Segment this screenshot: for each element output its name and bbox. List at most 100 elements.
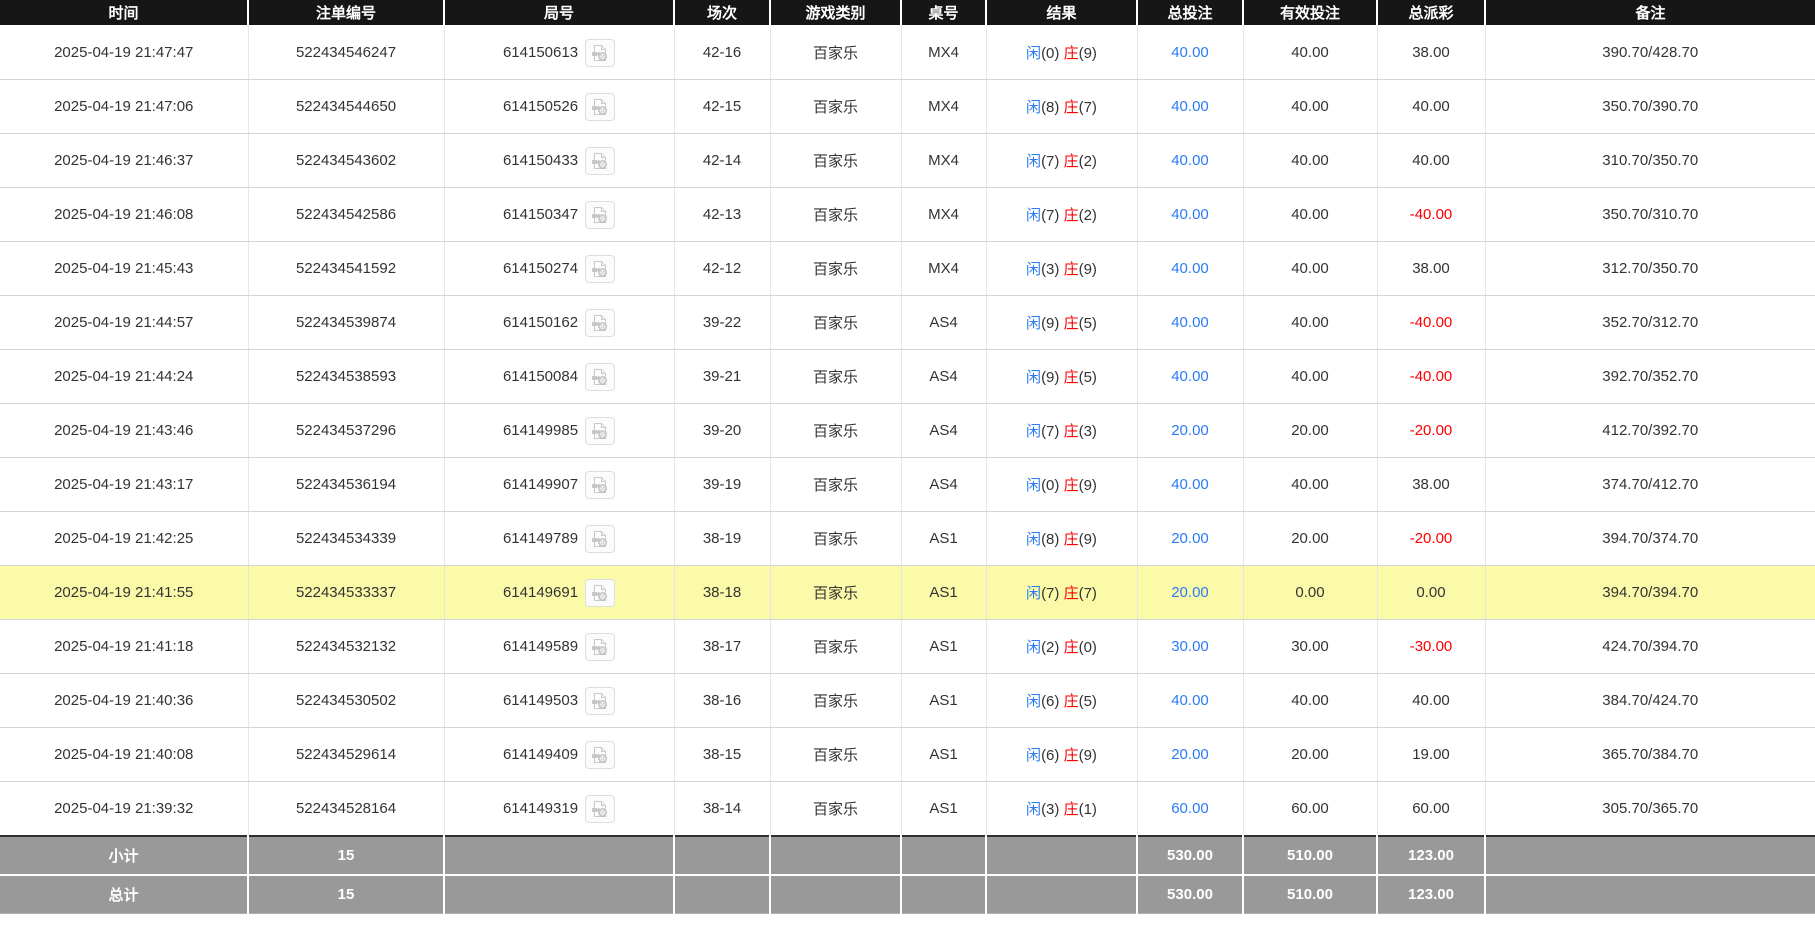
total-bet-link[interactable]: 40.00 — [1171, 314, 1209, 331]
cell-session: 42-12 — [674, 242, 770, 296]
result-player-points: (3) — [1041, 261, 1059, 278]
column-header-session: 场次 — [674, 0, 770, 26]
total-bet-link[interactable]: 40.00 — [1171, 260, 1209, 277]
round-no-text: 614150274 — [503, 260, 578, 277]
cell-total-bet: 40.00 — [1137, 674, 1243, 728]
subtotal-payout: 123.00 — [1377, 836, 1485, 875]
total-bet-link[interactable]: 20.00 — [1171, 746, 1209, 763]
total-bet-link[interactable]: 40.00 — [1171, 206, 1209, 223]
result-banker-label: 庄 — [1064, 639, 1079, 656]
table-row[interactable]: 2025-04-19 21:45:43 522434541592 6141502… — [0, 242, 1815, 296]
result-banker-points: (9) — [1079, 261, 1097, 278]
total-bet-link[interactable]: 20.00 — [1171, 422, 1209, 439]
total-bet-link[interactable]: 60.00 — [1171, 800, 1209, 817]
table-row[interactable]: 2025-04-19 21:41:18 522434532132 6141495… — [0, 620, 1815, 674]
cell-payout: 40.00 — [1377, 80, 1485, 134]
cell-result: 闲(9) 庄(5) — [986, 296, 1137, 350]
column-header-bet-no: 注单编号 — [248, 0, 444, 26]
table-row[interactable]: 2025-04-19 21:46:37 522434543602 6141504… — [0, 134, 1815, 188]
video-replay-button[interactable] — [585, 795, 615, 823]
video-replay-button[interactable] — [585, 525, 615, 553]
video-replay-button[interactable] — [585, 201, 615, 229]
video-file-icon — [591, 746, 609, 764]
round-no-text: 614150084 — [503, 368, 578, 385]
total-bet-link[interactable]: 20.00 — [1171, 530, 1209, 547]
video-replay-button[interactable] — [585, 147, 615, 175]
cell-table-no: AS1 — [901, 512, 986, 566]
cell-session: 39-19 — [674, 458, 770, 512]
table-row[interactable]: 2025-04-19 21:47:47 522434546247 6141506… — [0, 26, 1815, 80]
round-no-text: 614150613 — [503, 44, 578, 61]
video-replay-button[interactable] — [585, 687, 615, 715]
cell-valid-bet: 0.00 — [1243, 566, 1377, 620]
video-replay-button[interactable] — [585, 93, 615, 121]
result-banker-points: (7) — [1079, 99, 1097, 116]
video-replay-button[interactable] — [585, 471, 615, 499]
result-player-points: (8) — [1041, 99, 1059, 116]
cell-time: 2025-04-19 21:40:08 — [0, 728, 248, 782]
table-row[interactable]: 2025-04-19 21:41:55 522434533337 6141496… — [0, 566, 1815, 620]
cell-result: 闲(7) 庄(3) — [986, 404, 1137, 458]
result-player-points: (7) — [1041, 585, 1059, 602]
subtotal-empty-round — [444, 836, 674, 875]
cell-payout: 40.00 — [1377, 674, 1485, 728]
round-no-text: 614149409 — [503, 746, 578, 763]
table-row[interactable]: 2025-04-19 21:44:57 522434539874 6141501… — [0, 296, 1815, 350]
total-bet-link[interactable]: 30.00 — [1171, 638, 1209, 655]
total-bet-link[interactable]: 40.00 — [1171, 368, 1209, 385]
cell-time: 2025-04-19 21:40:36 — [0, 674, 248, 728]
result-player-points: (6) — [1041, 693, 1059, 710]
cell-valid-bet: 20.00 — [1243, 728, 1377, 782]
cell-table-no: AS1 — [901, 728, 986, 782]
table-row[interactable]: 2025-04-19 21:40:08 522434529614 6141494… — [0, 728, 1815, 782]
result-player-points: (7) — [1041, 207, 1059, 224]
video-replay-button[interactable] — [585, 579, 615, 607]
video-replay-button[interactable] — [585, 417, 615, 445]
video-replay-button[interactable] — [585, 633, 615, 661]
cell-time: 2025-04-19 21:44:57 — [0, 296, 248, 350]
total-bet-link[interactable]: 40.00 — [1171, 476, 1209, 493]
video-replay-button[interactable] — [585, 363, 615, 391]
table-row[interactable]: 2025-04-19 21:46:08 522434542586 6141503… — [0, 188, 1815, 242]
cell-valid-bet: 60.00 — [1243, 782, 1377, 837]
cell-result: 闲(7) 庄(2) — [986, 134, 1137, 188]
subtotal-empty-result — [986, 836, 1137, 875]
video-file-icon — [591, 692, 609, 710]
result-banker-label: 庄 — [1064, 423, 1079, 440]
table-row[interactable]: 2025-04-19 21:43:17 522434536194 6141499… — [0, 458, 1815, 512]
table-row[interactable]: 2025-04-19 21:47:06 522434544650 6141505… — [0, 80, 1815, 134]
table-row[interactable]: 2025-04-19 21:43:46 522434537296 6141499… — [0, 404, 1815, 458]
grand-total-empty-session — [674, 875, 770, 914]
video-replay-button[interactable] — [585, 309, 615, 337]
total-bet-link[interactable]: 40.00 — [1171, 152, 1209, 169]
grand-total-row: 总计 15 530.00 510.00 123.00 — [0, 875, 1815, 914]
table-row[interactable]: 2025-04-19 21:44:24 522434538593 6141500… — [0, 350, 1815, 404]
total-bet-link[interactable]: 20.00 — [1171, 584, 1209, 601]
video-replay-button[interactable] — [585, 39, 615, 67]
video-file-icon — [591, 44, 609, 62]
cell-payout: 60.00 — [1377, 782, 1485, 837]
cell-game-type: 百家乐 — [770, 80, 901, 134]
table-row[interactable]: 2025-04-19 21:42:25 522434534339 6141497… — [0, 512, 1815, 566]
cell-table-no: AS1 — [901, 566, 986, 620]
video-file-icon — [591, 314, 609, 332]
total-bet-link[interactable]: 40.00 — [1171, 98, 1209, 115]
cell-game-type: 百家乐 — [770, 350, 901, 404]
cell-total-bet: 40.00 — [1137, 296, 1243, 350]
result-banker-points: (3) — [1079, 423, 1097, 440]
total-bet-link[interactable]: 40.00 — [1171, 44, 1209, 61]
video-replay-button[interactable] — [585, 255, 615, 283]
cell-remark: 374.70/412.70 — [1485, 458, 1815, 512]
cell-result: 闲(8) 庄(7) — [986, 80, 1137, 134]
cell-session: 38-14 — [674, 782, 770, 837]
cell-payout: 38.00 — [1377, 242, 1485, 296]
table-row[interactable]: 2025-04-19 21:39:32 522434528164 6141493… — [0, 782, 1815, 837]
video-file-icon — [591, 422, 609, 440]
cell-bet-no: 522434530502 — [248, 674, 444, 728]
cell-valid-bet: 40.00 — [1243, 26, 1377, 80]
cell-valid-bet: 40.00 — [1243, 134, 1377, 188]
cell-game-type: 百家乐 — [770, 134, 901, 188]
table-row[interactable]: 2025-04-19 21:40:36 522434530502 6141495… — [0, 674, 1815, 728]
video-replay-button[interactable] — [585, 741, 615, 769]
total-bet-link[interactable]: 40.00 — [1171, 692, 1209, 709]
